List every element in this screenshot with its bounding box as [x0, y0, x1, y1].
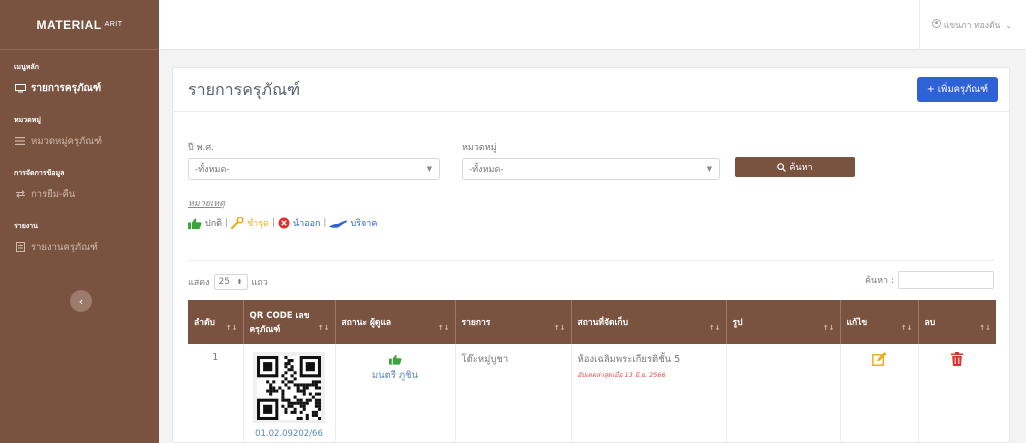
- add-equipment-button[interactable]: + เพิ่มครุภัณฑ์: [916, 77, 998, 102]
- user-name: แขนภา ทองดัน: [943, 21, 1001, 31]
- col-location[interactable]: สถานที่จัดเก็บ ↑↓: [571, 300, 727, 344]
- col-edit[interactable]: แก้ไข ↑↓: [840, 300, 919, 344]
- equipment-code: 01.02.09202/66: [255, 429, 323, 439]
- cell-no: 1: [188, 344, 244, 443]
- table-search: ค้นหา :: [865, 271, 994, 289]
- col-delete[interactable]: ลบ ↑↓: [918, 300, 996, 344]
- table-row: 1 01.02.09202/66 มนตรี ภูชิน โต๊ะหมู่บูช…: [188, 344, 996, 443]
- sidebar-item-label: รายการครุภัณฑ์: [31, 82, 102, 94]
- card-header: รายการครุภัณฑ์ + เพิ่มครุภัณฑ์: [173, 68, 1009, 112]
- cell-image: [726, 344, 841, 443]
- sort-icon: ↑↓: [979, 324, 991, 332]
- divider: [188, 260, 994, 261]
- search-button[interactable]: ค้นหา: [735, 157, 855, 177]
- status-legend: ปกติ | ชำรุด | นำออก | บริจาค: [188, 216, 377, 230]
- legend-title: หมายเหตุ: [188, 199, 226, 209]
- legend-broken: ชำรุด: [231, 216, 269, 230]
- user-circle-icon: [932, 19, 941, 31]
- col-no[interactable]: ลำดับ ↑↓: [188, 300, 244, 344]
- sort-icon: ↑↓: [437, 324, 450, 332]
- category-label: หมวดหมู่: [462, 143, 497, 153]
- sort-icon: ↑↓: [317, 324, 330, 332]
- page-size-select[interactable]: 25 ⬍: [213, 274, 248, 290]
- sort-icon: ↑↓: [822, 324, 835, 332]
- cell-qr: 01.02.09202/66: [243, 344, 336, 443]
- search-icon: [777, 162, 787, 172]
- chevron-down-icon: ▼: [426, 165, 432, 173]
- cell-edit: [840, 344, 919, 443]
- year-select[interactable]: -ทั้งหมด- ▼: [188, 158, 440, 180]
- legend-donated: บริจาค: [329, 216, 377, 230]
- sidebar-item-report[interactable]: รายงานครุภัณฑ์: [14, 240, 145, 254]
- x-circle-icon: [278, 217, 290, 229]
- wrench-icon: [231, 217, 244, 229]
- main-card: รายการครุภัณฑ์ + เพิ่มครุภัณฑ์ ปี พ.ศ. -…: [172, 67, 1010, 443]
- sort-icon: ↑↓: [553, 324, 566, 332]
- file-icon: [14, 242, 26, 252]
- table-search-input[interactable]: [898, 271, 994, 289]
- cell-item: โต๊ะหมู่บูชา: [455, 344, 572, 443]
- user-menu[interactable]: แขนภา ทองดัน ⌄: [918, 0, 1012, 50]
- search-button-label: ค้นหา: [789, 163, 813, 173]
- brand-name: MATERIAL: [36, 17, 102, 32]
- brand-sup: ARIT: [104, 21, 123, 28]
- chevron-left-icon: ‹: [78, 294, 84, 308]
- location-text: ห้องเฉลิมพระเกียรติชั้น 5: [577, 354, 681, 365]
- table-header-row: ลำดับ ↑↓ QR CODE เลขครุภัณฑ์ ↑↓ สถานะ ผู้ด…: [188, 300, 996, 344]
- sidebar-item-borrow[interactable]: การยืม-คืน: [14, 187, 145, 201]
- equipment-table: ลำดับ ↑↓ QR CODE เลขครุภัณฑ์ ↑↓ สถานะ ผู้ด…: [188, 300, 996, 443]
- keeper-name: มนตรี ภูชิน: [371, 370, 419, 381]
- nav-heading-main: เมนูหลัก: [14, 63, 39, 71]
- year-label: ปี พ.ศ.: [188, 143, 214, 153]
- qr-code-icon: [257, 356, 321, 420]
- nav-heading-manage: การจัดการข้อมูล: [14, 169, 65, 177]
- sort-icon: ↑↓: [900, 324, 913, 332]
- cell-status: มนตรี ภูชิน: [335, 344, 456, 443]
- chevron-down-icon: ▼: [706, 165, 712, 173]
- year-select-value: -ทั้งหมด-: [195, 165, 230, 175]
- nav-heading-report: รายงาน: [14, 222, 38, 230]
- updown-icon: ⬍: [236, 278, 243, 286]
- chevron-down-icon: ⌄: [1005, 20, 1012, 30]
- category-select-value: -ทั้งหมด-: [469, 165, 504, 175]
- col-item[interactable]: รายการ ↑↓: [455, 300, 572, 344]
- location-updated: อัปเดตล่าสุดเมื่อ 13 มิ.ย. 2566: [577, 371, 666, 379]
- col-image[interactable]: รูป ↑↓: [726, 300, 841, 344]
- sidebar: MATERIAL ARIT เมนูหลัก รายการครุภัณฑ์ หมว…: [0, 0, 159, 443]
- sidebar-item-label: การยืม-คืน: [31, 188, 76, 200]
- cell-delete: [918, 344, 996, 443]
- trash-icon: [951, 352, 964, 366]
- monitor-icon: [14, 83, 26, 93]
- sidebar-item-label: รายงานครุภัณฑ์: [31, 241, 98, 253]
- thumbs-up-icon: [388, 354, 402, 365]
- col-status[interactable]: สถานะ ผู้ดูแล ↑↓: [335, 300, 456, 344]
- list-icon: [14, 137, 26, 145]
- delete-button[interactable]: [951, 352, 964, 369]
- sort-icon: ↑↓: [225, 324, 238, 332]
- sidebar-toggle-button[interactable]: ‹: [70, 290, 92, 312]
- legend-removed: นำออก: [278, 216, 320, 230]
- nav-heading-category: หมวดหมู่: [14, 116, 41, 124]
- brand-logo[interactable]: MATERIAL ARIT: [0, 0, 159, 50]
- sort-icon: ↑↓: [708, 324, 721, 332]
- col-qr[interactable]: QR CODE เลขครุภัณฑ์ ↑↓: [243, 300, 336, 344]
- edit-icon: [871, 352, 886, 366]
- sidebar-item-equipment[interactable]: รายการครุภัณฑ์: [14, 81, 145, 95]
- page-title: รายการครุภัณฑ์: [188, 80, 301, 99]
- thumbs-up-icon: [188, 218, 202, 229]
- qr-code-image[interactable]: [253, 352, 325, 423]
- hand-icon: [329, 220, 348, 228]
- page-size-control: แสดง 25 ⬍ แถว: [188, 274, 268, 290]
- cell-location: ห้องเฉลิมพระเกียรติชั้น 5 อัปเดตล่าสุดเม…: [571, 344, 727, 443]
- category-select[interactable]: -ทั้งหมด- ▼: [462, 158, 720, 180]
- exchange-icon: [14, 190, 26, 198]
- sidebar-item-label: หมวดหมู่ครุภัณฑ์: [31, 135, 102, 147]
- sidebar-item-category[interactable]: หมวดหมู่ครุภัณฑ์: [14, 134, 145, 148]
- edit-button[interactable]: [871, 352, 887, 369]
- topbar: แขนภา ทองดัน ⌄: [159, 0, 1026, 50]
- legend-normal: ปกติ: [188, 216, 222, 230]
